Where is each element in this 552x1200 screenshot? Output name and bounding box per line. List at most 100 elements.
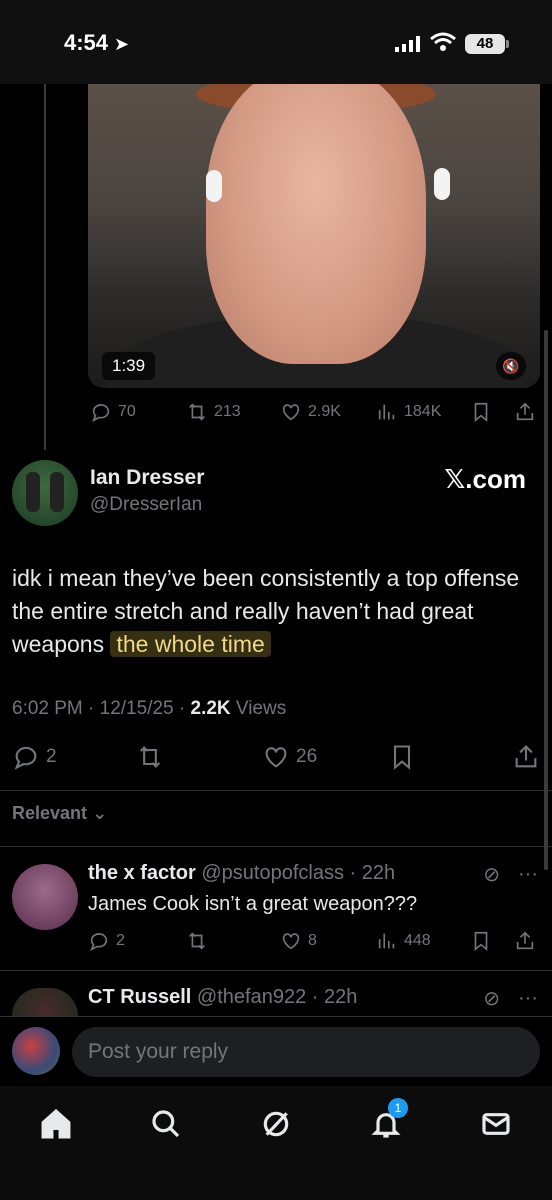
reply-action-bar: 2 8 448	[0, 928, 552, 954]
tweet-views-label: Views	[230, 698, 287, 719]
reply-action[interactable]: 2	[12, 743, 57, 771]
reply-avatar[interactable]	[12, 864, 78, 930]
author-name[interactable]: Ian Dresser	[90, 466, 204, 490]
bottom-tab-bar: 1	[0, 1086, 552, 1200]
more-options-icon[interactable]: ···	[518, 987, 538, 1010]
author-handle[interactable]: @DresserIan	[90, 494, 202, 516]
share-button[interactable]	[514, 401, 536, 423]
grok-icon[interactable]: ⊘	[483, 986, 500, 1011]
video-duration: 1:39	[102, 352, 156, 380]
home-icon	[41, 1108, 71, 1139]
chevron-down-icon: ⌄	[92, 803, 108, 823]
tab-search[interactable]	[146, 1104, 186, 1144]
views-action[interactable]: 184K	[376, 401, 441, 423]
views-count: 184K	[404, 403, 442, 420]
scrollbar[interactable]	[544, 330, 548, 870]
battery-indicator: 48	[465, 34, 509, 54]
reply-author-name: CT Russell	[88, 986, 192, 1008]
reply-action[interactable]: 2	[88, 930, 125, 952]
repost-action[interactable]	[186, 930, 208, 952]
like-action[interactable]: 26	[262, 743, 317, 771]
repost-action[interactable]: 213	[186, 401, 241, 423]
earbud-right	[434, 168, 450, 200]
tab-messages[interactable]	[476, 1104, 516, 1144]
share-button[interactable]	[512, 743, 540, 771]
cellular-signal-icon	[395, 36, 420, 52]
earbud-left	[206, 170, 222, 202]
notification-badge: 1	[388, 1098, 408, 1118]
sort-dropdown[interactable]: Relevant ⌄	[12, 803, 107, 824]
like-action[interactable]: 2.9K	[280, 401, 341, 423]
avatar[interactable]	[12, 460, 78, 526]
like-action[interactable]: 8	[280, 930, 317, 952]
grok-icon[interactable]: ⊘	[483, 862, 500, 887]
divider	[0, 970, 552, 971]
reply-composer	[0, 1016, 552, 1086]
views-chart-icon	[378, 933, 395, 949]
my-avatar	[12, 1027, 60, 1075]
status-time: 4:54 ➤	[64, 30, 129, 56]
views-count: 448	[404, 932, 431, 949]
repost-icon	[139, 746, 161, 768]
reply-avatar[interactable]	[12, 988, 78, 1016]
bookmark-icon	[474, 402, 488, 423]
status-bar: 4:54 ➤ 48	[0, 0, 552, 84]
bookmark-button[interactable]	[388, 743, 416, 771]
reply-count: 2	[116, 932, 125, 949]
reply-count: 70	[118, 403, 136, 420]
search-icon	[152, 1110, 180, 1138]
reply-author[interactable]: CT Russell @thefan922 · 22h	[88, 986, 357, 1009]
more-options-icon[interactable]: ···	[518, 863, 538, 886]
quoted-action-bar: 70 213 2.9K 184K	[0, 398, 552, 426]
reply-top-icons: ⊘ ···	[483, 862, 538, 887]
views-chart-icon	[378, 404, 395, 420]
tweet-action-bar: 2 26	[0, 742, 552, 772]
reply-icon	[90, 933, 108, 951]
wifi-icon	[430, 32, 456, 51]
bookmark-icon	[393, 745, 411, 770]
tweet-views-count: 2.2K	[190, 698, 231, 719]
repost-icon	[189, 932, 205, 950]
tab-notifications[interactable]: 1	[366, 1098, 408, 1144]
video-frame-person	[206, 84, 426, 364]
reply-top-icons: ⊘ ···	[483, 986, 538, 1011]
quoted-video-player[interactable]: 1:39 🔇	[88, 84, 540, 388]
thread-connector-line	[44, 84, 46, 450]
reply-author-meta: @thefan922 · 22h	[191, 986, 358, 1008]
share-icon	[516, 402, 534, 421]
reply-action[interactable]: 70	[90, 401, 136, 423]
reply-count: 2	[46, 746, 57, 767]
reply-author-name: the x factor	[88, 862, 196, 884]
bookmark-button[interactable]	[470, 401, 492, 423]
divider	[0, 846, 552, 847]
reply-icon	[14, 746, 37, 770]
reply-author[interactable]: the x factor @psutopofclass · 22h	[88, 862, 395, 885]
tweet-timestamp: 6:02 PM · 12/15/25 ·	[12, 698, 191, 719]
heart-icon	[282, 404, 300, 421]
bookmark-button[interactable]	[470, 930, 492, 952]
reply-input[interactable]	[72, 1027, 540, 1077]
like-count: 2.9K	[308, 403, 341, 420]
sort-label: Relevant	[12, 803, 88, 823]
share-icon	[516, 931, 534, 950]
tab-grok[interactable]	[256, 1104, 296, 1144]
bookmark-icon	[474, 931, 488, 952]
share-button[interactable]	[514, 930, 536, 952]
like-count: 8	[308, 932, 317, 949]
mail-icon	[482, 1113, 510, 1135]
heart-icon	[282, 933, 300, 950]
reply-author-meta: @psutopofclass · 22h	[195, 862, 396, 884]
reply-icon	[92, 404, 110, 422]
repost-action[interactable]	[136, 743, 164, 771]
speaker-muted-icon[interactable]: 🔇	[496, 352, 526, 380]
tab-home[interactable]	[36, 1104, 76, 1144]
repost-count: 213	[214, 403, 241, 420]
heart-icon	[265, 747, 287, 768]
like-count: 26	[296, 746, 318, 767]
repost-icon	[189, 403, 205, 421]
reply-text: James Cook isn’t a great weapon???	[88, 893, 418, 915]
views-action[interactable]: 448	[376, 930, 431, 952]
tweet-meta: 6:02 PM · 12/15/25 · 2.2K Views	[12, 698, 286, 720]
divider	[0, 790, 552, 791]
tweet-text: idk i mean they’ve been consistently a t…	[12, 562, 542, 661]
